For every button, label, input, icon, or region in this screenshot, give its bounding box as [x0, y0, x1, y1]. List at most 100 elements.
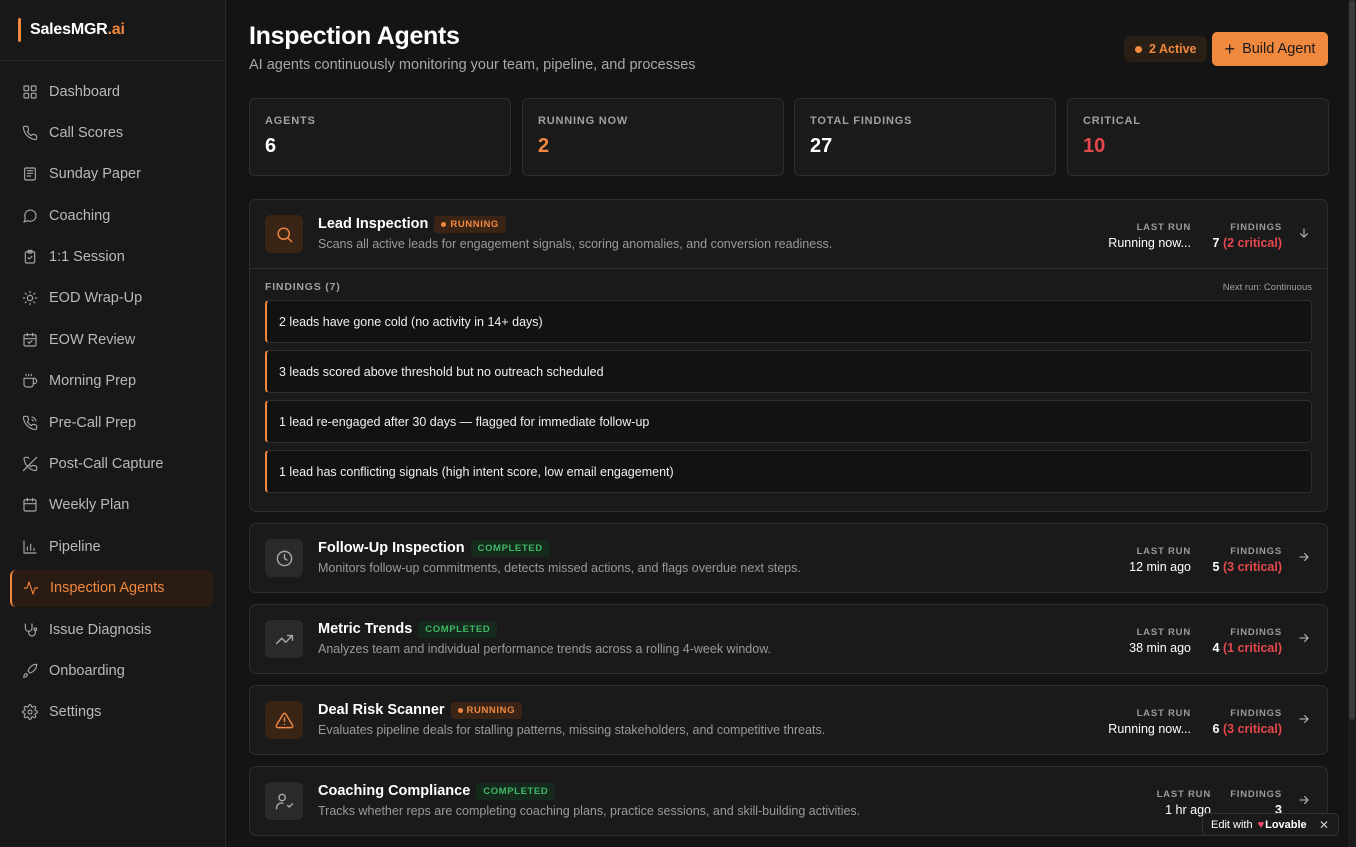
sidebar-item-label: Weekly Plan: [49, 497, 130, 514]
stats-row: AGENTS 6 RUNNING NOW 2 TOTAL FINDINGS 27…: [249, 98, 1329, 176]
arrow-right-icon[interactable]: [1297, 712, 1311, 726]
rocket-icon: [23, 663, 38, 678]
sidebar-item-label: Dashboard: [49, 83, 120, 100]
sidebar-item-label: 1:1 Session: [49, 249, 125, 266]
agent-description: Evaluates pipeline deals for stalling pa…: [318, 723, 826, 737]
agent-name: Follow-Up Inspection COMPLETED: [318, 540, 550, 557]
sidebar-item-post-call-capture[interactable]: Post-Call Capture: [10, 446, 213, 483]
sidebar-item-pipeline[interactable]: Pipeline: [10, 528, 213, 565]
finding-item[interactable]: 1 lead re-engaged after 30 days — flagge…: [265, 400, 1312, 443]
agent-card-header[interactable]: Coaching Compliance COMPLETED Tracks whet…: [250, 767, 1327, 835]
findings-value: 7 (2 critical): [1212, 236, 1283, 250]
stat-card-critical: CRITICAL 10: [1067, 98, 1329, 176]
last-run-value: Running now...: [1108, 236, 1191, 250]
sidebar-item-call-scores[interactable]: Call Scores: [10, 114, 213, 151]
lovable-brand: Lovable: [1265, 818, 1307, 831]
agent-card-metric-trends[interactable]: Metric Trends COMPLETED Analyzes team and…: [249, 604, 1328, 674]
agent-card-header[interactable]: Deal Risk Scanner RUNNING Evaluates pipel…: [250, 686, 1327, 754]
message-circle-icon: [23, 209, 37, 223]
sidebar-item-onboarding[interactable]: Onboarding: [10, 652, 213, 689]
sidebar-item-morning-prep[interactable]: Morning Prep: [10, 363, 213, 400]
edit-with-lovable-badge[interactable]: Edit with ♥ Lovable ✕: [1202, 813, 1339, 836]
chevron-down-icon[interactable]: [1297, 226, 1311, 240]
finding-item[interactable]: 1 lead has conflicting signals (high int…: [265, 450, 1312, 493]
sidebar-item-eod-wrap-up[interactable]: EOD Wrap-Up: [10, 280, 213, 317]
last-run-label: LAST RUN: [1156, 789, 1211, 800]
arrow-right-icon[interactable]: [1297, 550, 1311, 564]
sidebar-item-label: EOD Wrap-Up: [49, 290, 143, 307]
arrow-right-icon[interactable]: [1297, 631, 1311, 645]
agent-name: Metric Trends COMPLETED: [318, 621, 498, 638]
sidebar-item-eow-review[interactable]: EOW Review: [10, 321, 213, 358]
stat-label: CRITICAL: [1083, 115, 1141, 127]
status-dot-icon: [1135, 45, 1142, 53]
agent-card-header[interactable]: Lead Inspection RUNNING Scans all active …: [250, 200, 1327, 268]
agent-name: Deal Risk Scanner RUNNING: [318, 702, 523, 719]
page-scrollbar[interactable]: [1348, 0, 1356, 847]
last-run-meta: LAST RUN 12 min ago: [1129, 546, 1191, 574]
findings-value: 4 (1 critical): [1212, 641, 1283, 655]
lovable-prefix: Edit with: [1211, 818, 1253, 831]
close-icon[interactable]: ✕: [1319, 818, 1329, 832]
sidebar-item-pre-call-prep[interactable]: Pre-Call Prep: [10, 404, 213, 441]
sidebar-item-label: Issue Diagnosis: [49, 621, 152, 638]
sidebar-item-dashboard[interactable]: Dashboard: [10, 73, 213, 110]
stat-label: RUNNING NOW: [538, 115, 629, 127]
active-count-badge: 2 Active: [1124, 36, 1208, 62]
agent-description: Analyzes team and individual performance…: [318, 642, 772, 656]
last-run-label: LAST RUN: [1136, 222, 1191, 233]
build-agent-button[interactable]: + Build Agent: [1212, 32, 1328, 66]
arrow-right-icon[interactable]: [1297, 793, 1311, 807]
agent-card-follow-up-inspection[interactable]: Follow-Up Inspection COMPLETED Monitors f…: [249, 523, 1328, 593]
last-run-meta: LAST RUN 1 hr ago: [1157, 789, 1211, 817]
sidebar-item-inspection-agents[interactable]: Inspection Agents: [10, 569, 213, 607]
sidebar-item-weekly-plan[interactable]: Weekly Plan: [10, 487, 213, 524]
sidebar-item-label: Call Scores: [49, 124, 124, 141]
calendar-icon: [23, 498, 37, 512]
agent-card-header[interactable]: Metric Trends COMPLETED Analyzes team and…: [250, 605, 1327, 673]
sidebar-item-1-1-session[interactable]: 1:1 Session: [10, 239, 213, 276]
last-run-label: LAST RUN: [1136, 546, 1191, 557]
stat-card-running-now: RUNNING NOW 2: [522, 98, 784, 176]
search-icon: [276, 226, 292, 242]
status-badge: RUNNING: [434, 216, 506, 233]
last-run-value: Running now...: [1108, 722, 1191, 736]
sidebar-item-label: Settings: [49, 704, 102, 721]
findings-panel: FINDINGS (7) Next run: Continuous 2 lead…: [250, 268, 1327, 508]
sidebar-item-settings[interactable]: Settings: [10, 694, 213, 731]
findings-label: FINDINGS: [1230, 708, 1282, 719]
bar-chart-icon: [23, 540, 37, 554]
sidebar-item-label: Post-Call Capture: [49, 456, 164, 473]
agent-card-deal-risk-scanner[interactable]: Deal Risk Scanner RUNNING Evaluates pipel…: [249, 685, 1328, 755]
sidebar-item-label: Morning Prep: [49, 373, 137, 390]
last-run-meta: LAST RUN 38 min ago: [1129, 627, 1191, 655]
brand-logo[interactable]: SalesMGR.ai: [0, 0, 225, 61]
plus-icon: +: [1224, 39, 1236, 59]
agent-card-coaching-compliance[interactable]: Coaching Compliance COMPLETED Tracks whet…: [249, 766, 1328, 836]
sidebar-item-label: Pipeline: [49, 538, 101, 555]
sidebar-item-coaching[interactable]: Coaching: [10, 197, 213, 234]
trending-up-icon: [275, 634, 293, 644]
agent-name: Lead Inspection RUNNING: [318, 216, 506, 233]
stethoscope-icon: [24, 623, 38, 637]
last-run-label: LAST RUN: [1136, 627, 1191, 638]
finding-item[interactable]: 2 leads have gone cold (no activity in 1…: [265, 300, 1312, 343]
status-badge: COMPLETED: [470, 540, 550, 557]
status-dot-icon: [457, 708, 463, 713]
last-run-label: LAST RUN: [1136, 708, 1191, 719]
agent-card-header[interactable]: Follow-Up Inspection COMPLETED Monitors f…: [250, 524, 1327, 592]
calendar-check-icon: [23, 332, 37, 347]
sidebar-item-sunday-paper[interactable]: Sunday Paper: [10, 156, 213, 193]
stat-value: 2: [538, 135, 550, 157]
finding-item[interactable]: 3 leads scored above threshold but no ou…: [265, 350, 1312, 393]
stat-value: 10: [1083, 135, 1106, 157]
stat-label: TOTAL FINDINGS: [810, 115, 913, 127]
scrollbar-thumb[interactable]: [1349, 0, 1355, 720]
last-run-meta: LAST RUN Running now...: [1108, 222, 1191, 250]
findings-value: 6 (3 critical): [1212, 722, 1283, 736]
active-count-label: 2 Active: [1149, 42, 1197, 56]
sidebar-item-issue-diagnosis[interactable]: Issue Diagnosis: [10, 611, 213, 648]
stat-card-total-findings: TOTAL FINDINGS 27: [794, 98, 1056, 176]
activity-icon: [23, 581, 39, 595]
agent-icon-box: [265, 782, 303, 820]
